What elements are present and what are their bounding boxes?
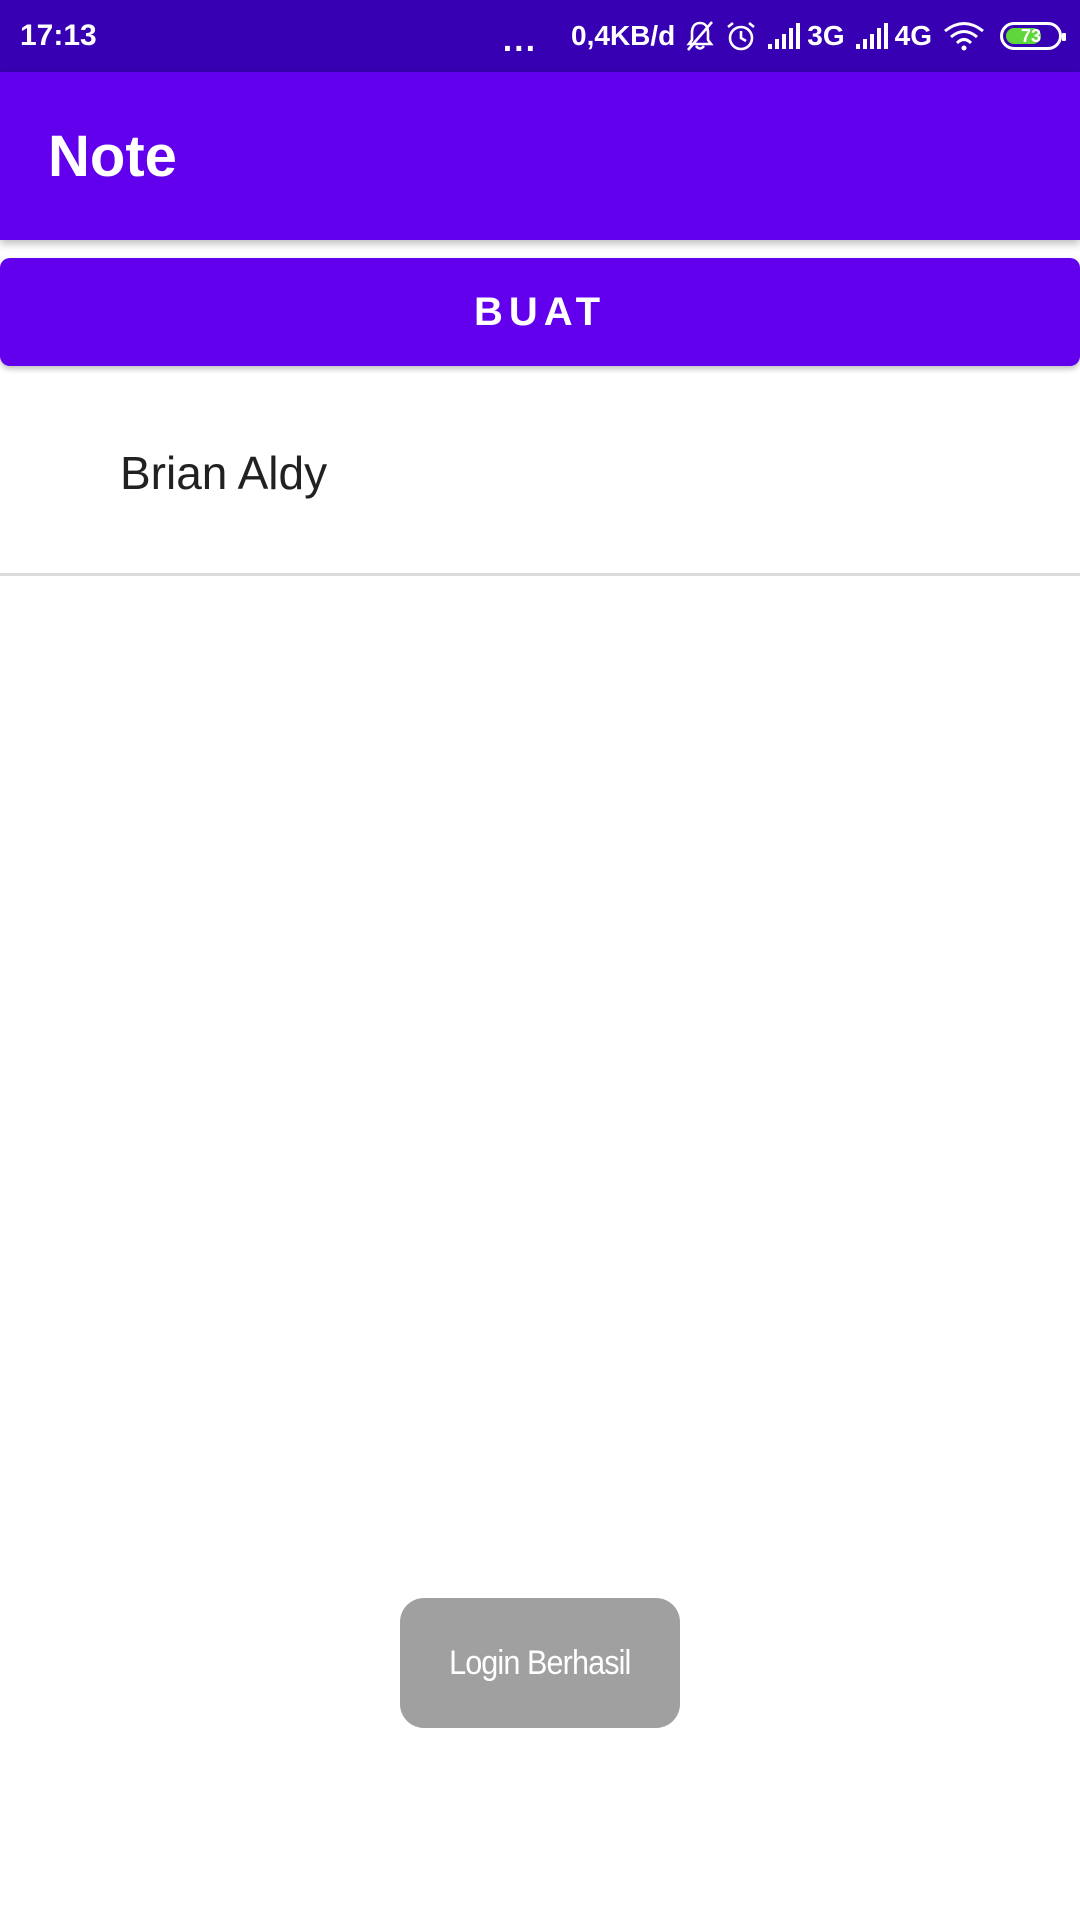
toast: Login Berhasil xyxy=(400,1598,680,1728)
network-speed: 0,4KB/d xyxy=(571,20,676,51)
status-bar: 17:13 ... 0,4KB/d 3G 4G 73 xyxy=(0,0,1080,72)
status-icons: ... 0,4KB/d 3G 4G 73 xyxy=(493,14,1066,59)
note-list: Brian Aldy xyxy=(0,366,1080,576)
toast-message: Login Berhasil xyxy=(449,1643,631,1682)
battery-level: 73 xyxy=(1020,26,1042,46)
status-time: 17:13 xyxy=(20,19,97,52)
signal-icon xyxy=(767,22,803,50)
create-note-button[interactable]: BUAT xyxy=(0,258,1080,366)
signal-icon xyxy=(855,22,891,50)
note-title: Brian Aldy xyxy=(120,447,328,499)
network-type-4g: 4G xyxy=(894,20,932,51)
alarm-icon xyxy=(725,20,757,52)
more-notifications-indicator: ... xyxy=(502,21,538,59)
app-bar: Note xyxy=(0,72,1080,240)
mute-bell-icon xyxy=(685,20,715,52)
wifi-icon xyxy=(942,21,986,51)
battery-nub xyxy=(1062,33,1066,41)
screen: 17:13 ... 0,4KB/d 3G 4G 73 Note BUAT Bri… xyxy=(0,0,1080,1920)
battery-icon: 73 xyxy=(1000,22,1066,50)
network-type-3g: 3G xyxy=(807,20,845,51)
app-title: Note xyxy=(48,124,177,189)
list-item[interactable]: Brian Aldy xyxy=(0,366,1080,576)
